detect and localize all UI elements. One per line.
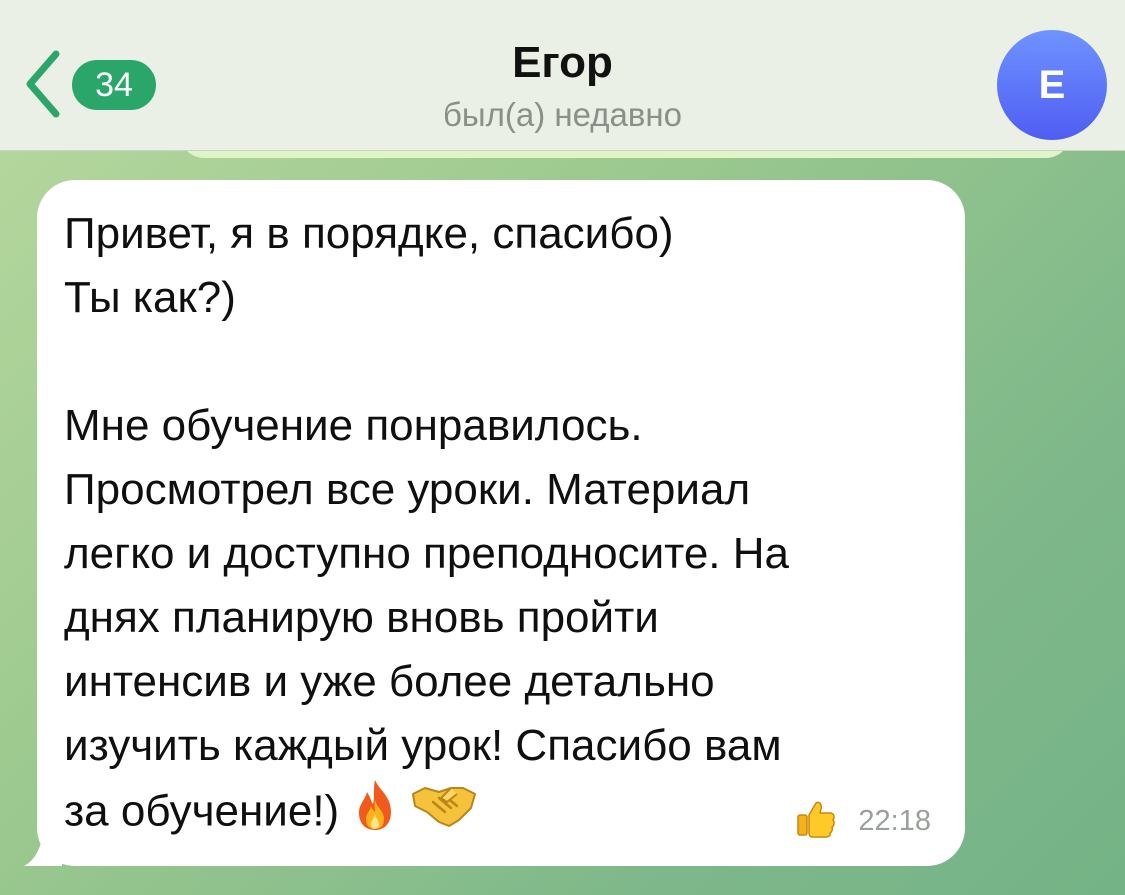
contact-name[interactable]: Егор <box>0 38 1125 88</box>
message-line: легко и доступно преподносите. На <box>64 529 789 578</box>
message-line: Ты как?) <box>64 273 236 322</box>
message-line: Привет, я в порядке, спасибо) <box>64 209 674 258</box>
avatar[interactable]: Е <box>997 30 1107 140</box>
message-line: днях планирую вновь пройти <box>64 593 659 642</box>
message-line: за обучение!) <box>64 786 340 836</box>
message-meta: 22:18 <box>796 799 931 844</box>
message-time: 22:18 <box>858 805 931 837</box>
contact-status: был(а) недавно <box>443 96 682 133</box>
message-line: интенсив и уже более детально <box>64 657 715 706</box>
fire-icon <box>349 778 401 850</box>
message-line: изучить каждый урок! Спасибо вам <box>64 721 782 770</box>
message-line: Просмотрел все уроки. Материал <box>64 465 751 514</box>
message-bubble[interactable]: Привет, я в порядке, спасибо) Ты как?) М… <box>37 180 965 866</box>
chat-header: 34 Егор был(а) недавно Е <box>0 0 1125 151</box>
message-line: Мне обучение понравилось. <box>64 401 643 450</box>
thumbs-up-icon[interactable] <box>796 799 836 844</box>
handshake-icon <box>411 782 477 846</box>
